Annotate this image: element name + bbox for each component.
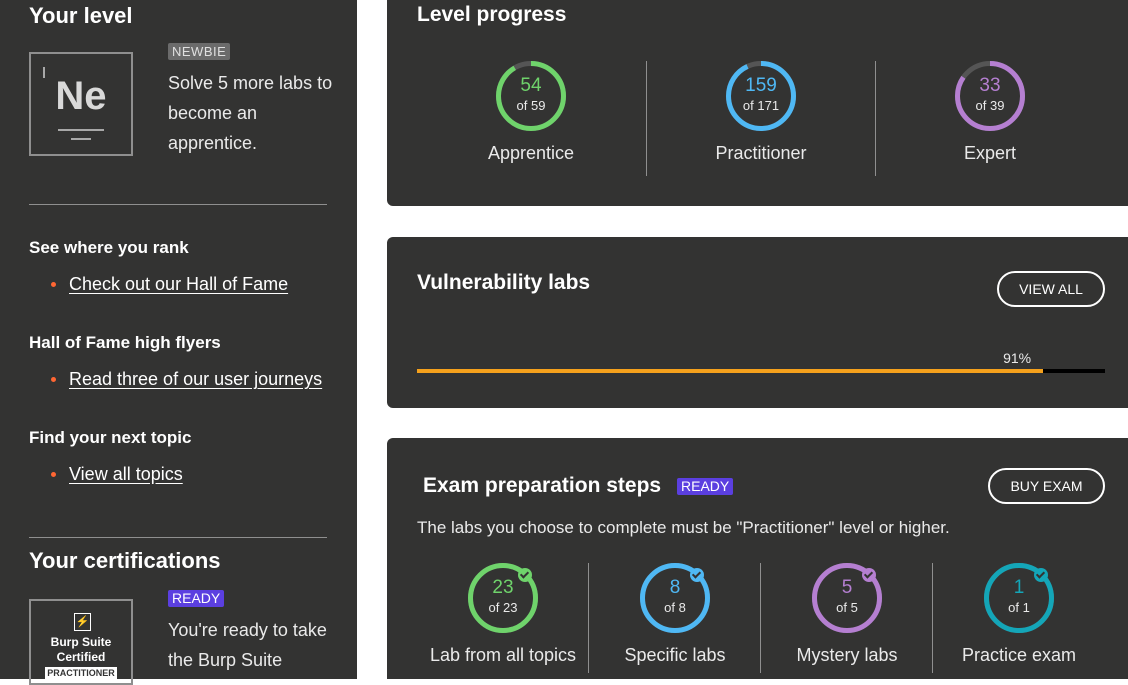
level-badge: NEWBIE — [168, 43, 231, 60]
bullet-icon — [51, 377, 56, 382]
check-icon — [1034, 568, 1048, 582]
apprentice-total: of 59 — [516, 98, 546, 113]
vulnerability-labs-panel: Vulnerability labs VIEW ALL 91% — [387, 237, 1128, 408]
rank-heading: See where you rank — [29, 238, 189, 257]
exam-subtitle: The labs you choose to complete must be … — [417, 518, 950, 537]
bullet-icon — [51, 472, 56, 477]
level-progress-panel: Level progress 54 of 59 Apprentice 159 o… — [387, 0, 1128, 206]
divider — [646, 61, 647, 176]
level-element-icon: Ne — [29, 52, 133, 156]
vulnerability-labs-title: Vulnerability labs — [417, 271, 591, 294]
expert-total: of 39 — [975, 98, 1005, 113]
view-all-topics-link[interactable]: View all topics — [69, 464, 183, 485]
progress-track — [417, 369, 1105, 373]
level-symbol: Ne — [55, 74, 107, 118]
expert-ring: 33 of 39 — [955, 61, 1025, 131]
view-all-button[interactable]: VIEW ALL — [997, 271, 1105, 307]
your-level-heading: Your level — [29, 3, 133, 28]
certifications-heading: Your certifications — [29, 548, 221, 573]
check-icon — [518, 568, 532, 582]
sidebar: Your level Ne NEWBIE Solve 5 more labs t… — [0, 0, 357, 685]
expert-label: Expert — [963, 143, 1017, 163]
buy-exam-button[interactable]: BUY EXAM — [988, 468, 1105, 504]
all-topics-total: of 23 — [488, 600, 518, 615]
check-icon — [690, 568, 704, 582]
divider — [29, 537, 327, 538]
progress-fill — [417, 369, 1044, 373]
exam-preparation-panel: Exam preparation steps READY BUY EXAM Th… — [387, 438, 1128, 679]
expert-solved: 33 — [979, 75, 1001, 96]
apprentice-solved: 54 — [520, 75, 542, 96]
cert-badge-line3: PRACTITIONER — [45, 667, 117, 679]
practitioner-total: of 171 — [742, 98, 780, 113]
cert-badge-line2: Certified — [56, 650, 106, 664]
apprentice-ring: 54 of 59 — [496, 61, 566, 131]
user-journeys-link[interactable]: Read three of our user journeys — [69, 369, 322, 390]
exam-ready-badge: READY — [677, 478, 734, 495]
practitioner-label: Practitioner — [715, 143, 807, 163]
bullet-icon — [51, 282, 56, 287]
mystery-labs-total: of 5 — [836, 600, 858, 615]
topic-heading: Find your next topic — [29, 428, 192, 447]
practice-exam-label: Practice exam — [961, 645, 1077, 665]
practitioner-solved: 159 — [745, 75, 777, 96]
specific-labs-label: Specific labs — [624, 645, 726, 665]
apprentice-label: Apprentice — [487, 143, 575, 163]
level-message: Solve 5 more labs to become an apprentic… — [168, 73, 333, 153]
divider — [875, 61, 876, 176]
flyers-heading: Hall of Fame high flyers — [29, 333, 221, 352]
practice-exam-total: of 1 — [1008, 600, 1030, 615]
exam-title: Exam preparation steps — [423, 474, 662, 497]
level-progress-title: Level progress — [417, 3, 567, 26]
cert-ready-badge: READY — [168, 590, 225, 607]
cert-badge-line1: Burp Suite — [50, 635, 112, 649]
check-icon — [862, 568, 876, 582]
specific-labs-total: of 8 — [664, 600, 686, 615]
mystery-labs-label: Mystery labs — [796, 645, 898, 665]
lightning-icon: ⚡ — [74, 613, 91, 631]
cert-message: You're ready to take the Burp Suite — [168, 620, 327, 670]
all-topics-label: Lab from all topics — [429, 645, 577, 665]
progress-percent: 91% — [1003, 350, 1032, 366]
practitioner-ring: 159 of 171 — [726, 61, 796, 131]
hall-of-fame-link[interactable]: Check out our Hall of Fame — [69, 274, 288, 295]
burp-certified-badge: ⚡ Burp Suite Certified PRACTITIONER — [29, 599, 133, 685]
divider — [29, 204, 327, 205]
